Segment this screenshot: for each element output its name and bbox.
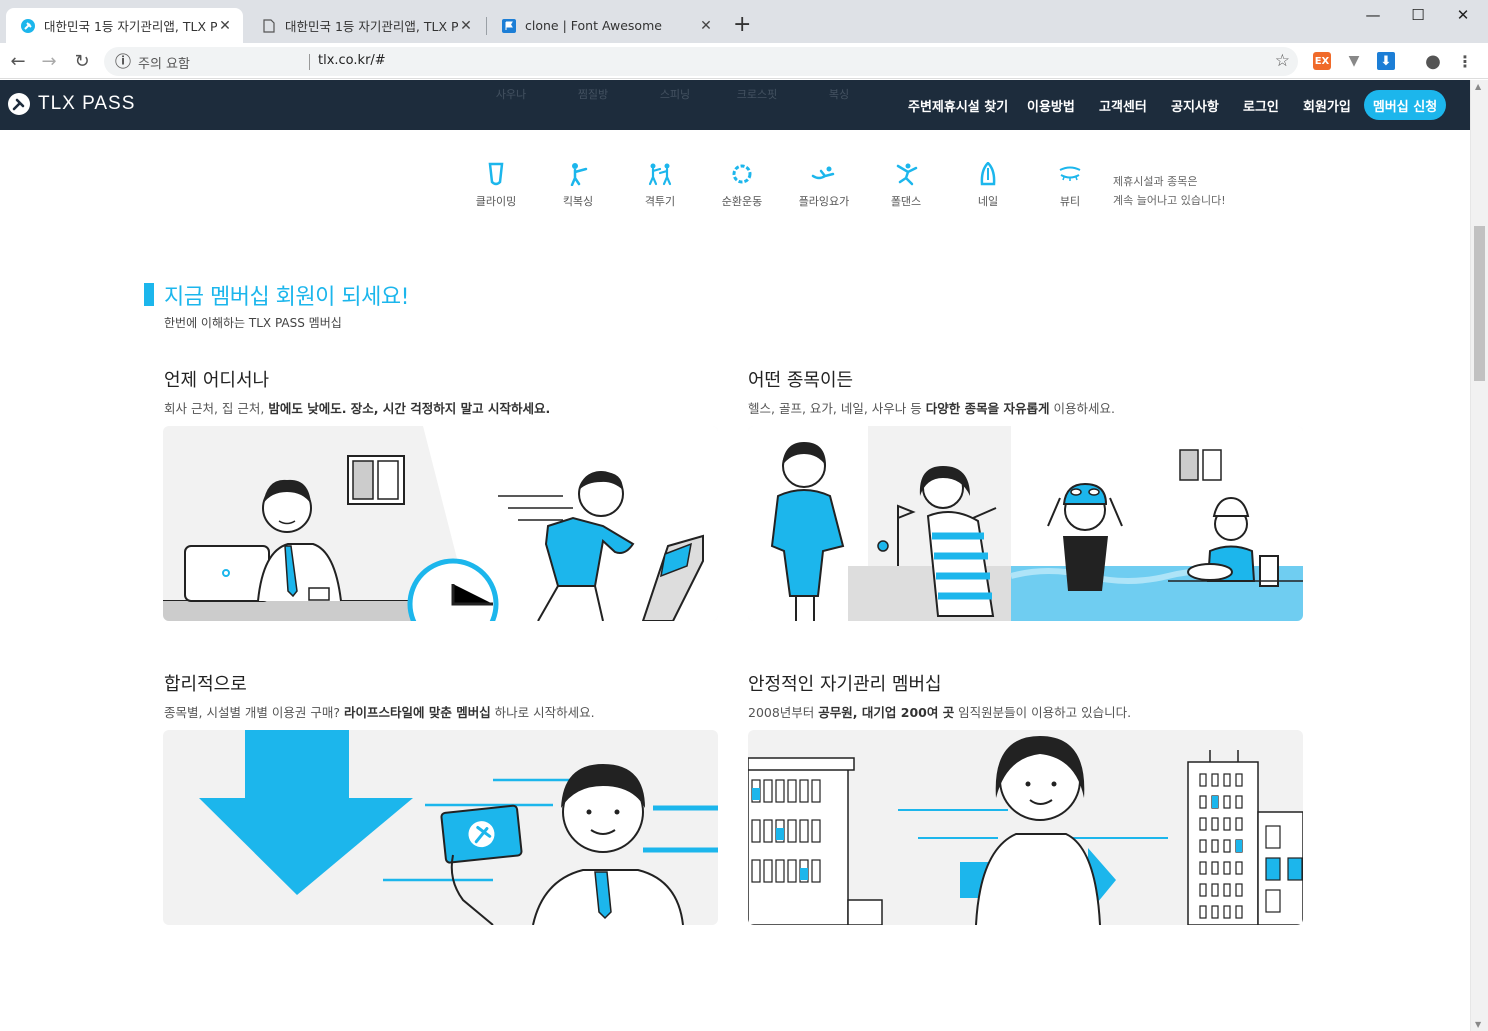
- category-label: 순환운동: [721, 195, 763, 208]
- scrolled-category-row: 사우나 찜질방 스피닝 크로스핏 복싱: [470, 80, 880, 102]
- card-title-anytime: 언제 어디서나: [164, 370, 270, 391]
- browser-tab-3[interactable]: clone | Font Awesome ✕: [487, 8, 724, 43]
- category-label: 클라이밍: [475, 195, 517, 208]
- climbing-icon: [455, 160, 537, 188]
- ex-extension-icon[interactable]: EX: [1313, 52, 1331, 70]
- category-martial-arts[interactable]: 격투기: [619, 160, 701, 209]
- tab-title: clone | Font Awesome: [525, 18, 662, 33]
- tlx-favicon-icon: [20, 18, 36, 34]
- browser-tab-bar: 대한민국 1등 자기관리앱, TLX P... ✕ 대한민국 1등 자기관리앱,…: [0, 0, 1488, 43]
- forward-icon[interactable]: →: [37, 49, 61, 73]
- profile-icon[interactable]: ●: [1424, 51, 1442, 72]
- scrollbar-thumb[interactable]: [1474, 226, 1485, 381]
- menu-customer-center[interactable]: 고객센터: [1099, 96, 1147, 115]
- site-header: 사우나 찜질방 스피닝 크로스핏 복싱 TLX PASS 주변제휴시설 찾기 이…: [0, 80, 1470, 130]
- logo-text: TLX PASS: [38, 93, 136, 114]
- menu-dots-icon[interactable]: ⋮: [1456, 52, 1474, 71]
- illustration-various-sports: [748, 426, 1303, 621]
- tab-title: 대한민국 1등 자기관리앱, TLX P...: [285, 19, 458, 34]
- download-extension-icon[interactable]: ⬇: [1377, 52, 1395, 70]
- flying-yoga-icon: [783, 160, 865, 188]
- card-title-stable: 안정적인 자기관리 멤버십: [748, 674, 942, 695]
- card-title-any-sport: 어떤 종목이든: [748, 370, 854, 391]
- pole-dance-icon: [865, 160, 947, 188]
- beauty-icon: [1029, 160, 1111, 188]
- category-flying-yoga[interactable]: 플라잉요가: [783, 160, 865, 209]
- scroll-down-icon[interactable]: ▼: [1475, 1020, 1481, 1029]
- security-warning[interactable]: 주의 요함: [138, 53, 190, 72]
- menu-notices[interactable]: 공지사항: [1171, 96, 1219, 115]
- browser-toolbar: ← → ↻ i 주의 요함 tlx.co.kr/# ☆ EX ▼ ⬇ ● ⋮: [0, 43, 1488, 79]
- kickboxing-icon: [537, 160, 619, 188]
- browser-tab-1[interactable]: 대한민국 1등 자기관리앱, TLX P... ✕: [6, 8, 243, 43]
- address-divider: [309, 54, 310, 70]
- ghost-category-label: 사우나: [495, 88, 527, 101]
- illustration-membership-card: [163, 730, 718, 925]
- flag-icon: [501, 18, 517, 34]
- new-tab-icon[interactable]: +: [733, 13, 751, 37]
- ghost-category-label: 복싱: [828, 88, 850, 101]
- page-scrollbar[interactable]: ▲ ▼: [1470, 80, 1488, 1031]
- card-desc-anytime: 회사 근처, 집 근처, 밤에도 낮에도. 장소, 시간 걱정하지 말고 시작하…: [164, 401, 551, 416]
- category-nail[interactable]: 네일: [947, 160, 1029, 209]
- menu-login[interactable]: 로그인: [1243, 96, 1279, 115]
- close-tab-icon[interactable]: ✕: [217, 18, 233, 34]
- maximize-icon[interactable]: ☐: [1395, 0, 1441, 30]
- close-tab-icon[interactable]: ✕: [458, 18, 474, 34]
- apply-membership-button[interactable]: 멤버십 신청: [1364, 90, 1446, 120]
- card-title-reasonable: 합리적으로: [164, 674, 247, 695]
- circuit-training-icon: [701, 160, 783, 188]
- tlx-logo-icon: [8, 93, 30, 115]
- categories-note-line: 계속 늘어나고 있습니다!: [1113, 194, 1226, 207]
- category-label: 플라잉요가: [798, 195, 850, 208]
- nail-icon: [947, 160, 1029, 188]
- address-bar[interactable]: i 주의 요함 tlx.co.kr/# ☆: [104, 47, 1298, 76]
- section-title: 지금 멤버십 회원이 되세요!: [164, 285, 409, 310]
- url-text[interactable]: tlx.co.kr/#: [318, 53, 386, 68]
- category-beauty[interactable]: 뷰티: [1029, 160, 1111, 209]
- category-label: 격투기: [644, 195, 676, 208]
- menu-how-to-use[interactable]: 이용방법: [1027, 96, 1075, 115]
- ghost-category-label: 스피닝: [659, 88, 691, 101]
- close-tab-icon[interactable]: ✕: [698, 18, 714, 34]
- window-close-icon[interactable]: ✕: [1440, 0, 1486, 30]
- reload-icon[interactable]: ↻: [70, 49, 94, 73]
- category-label: 네일: [977, 195, 999, 208]
- tab-title: 대한민국 1등 자기관리앱, TLX P...: [44, 19, 217, 34]
- category-label: 킥복싱: [562, 195, 594, 208]
- category-kickboxing[interactable]: 킥복싱: [537, 160, 619, 209]
- category-climbing[interactable]: 클라이밍: [455, 160, 537, 209]
- page-icon: [261, 18, 277, 34]
- web-page: 사우나 찜질방 스피닝 크로스핏 복싱 TLX PASS 주변제휴시설 찾기 이…: [0, 80, 1470, 1031]
- menu-signup[interactable]: 회원가입: [1303, 96, 1351, 115]
- category-list: 클라이밍 킥복싱 격투기 순환운동 플라잉요가 폴댄스 네일 뷰티: [455, 160, 1111, 209]
- menu-nearby-facilities[interactable]: 주변제휴시설 찾기: [908, 96, 1008, 115]
- section-subtitle: 한번에 이해하는 TLX PASS 멤버십: [164, 316, 342, 330]
- minimize-icon[interactable]: —: [1350, 0, 1396, 30]
- scroll-up-icon[interactable]: ▲: [1475, 82, 1481, 91]
- card-desc-any-sport: 헬스, 골프, 요가, 네일, 사우나 등 다양한 종목을 자유롭게 이용하세요…: [748, 401, 1115, 416]
- category-pole-dance[interactable]: 폴댄스: [865, 160, 947, 209]
- ghost-category-label: 크로스핏: [736, 88, 778, 101]
- info-icon[interactable]: i: [115, 53, 131, 69]
- category-label: 폴댄스: [890, 195, 922, 208]
- card-desc-stable: 2008년부터 공무원, 대기업 200여 곳 임직원분들이 이용하고 있습니다…: [748, 705, 1132, 720]
- bookmark-star-icon[interactable]: ☆: [1275, 51, 1290, 71]
- illustration-office-and-running: [163, 426, 718, 621]
- category-circuit[interactable]: 순환운동: [701, 160, 783, 209]
- categories-note: 제휴시설과 종목은 계속 늘어나고 있습니다!: [1113, 172, 1226, 210]
- section-accent-bar: [144, 283, 154, 306]
- vpn-extension-icon[interactable]: ▼: [1345, 52, 1363, 70]
- category-label: 뷰티: [1059, 195, 1081, 208]
- martial-arts-icon: [619, 160, 701, 188]
- browser-tab-2[interactable]: 대한민국 1등 자기관리앱, TLX P... ✕: [247, 8, 484, 43]
- back-icon[interactable]: ←: [6, 49, 30, 73]
- categories-note-line: 제휴시설과 종목은: [1113, 175, 1198, 188]
- ghost-category-label: 찜질방: [577, 88, 609, 101]
- card-desc-reasonable: 종목별, 시설별 개별 이용권 구매? 라이프스타일에 맞춘 멤버십 하나로 시…: [164, 705, 595, 720]
- illustration-companies: [748, 730, 1303, 925]
- site-logo[interactable]: TLX PASS: [8, 93, 135, 115]
